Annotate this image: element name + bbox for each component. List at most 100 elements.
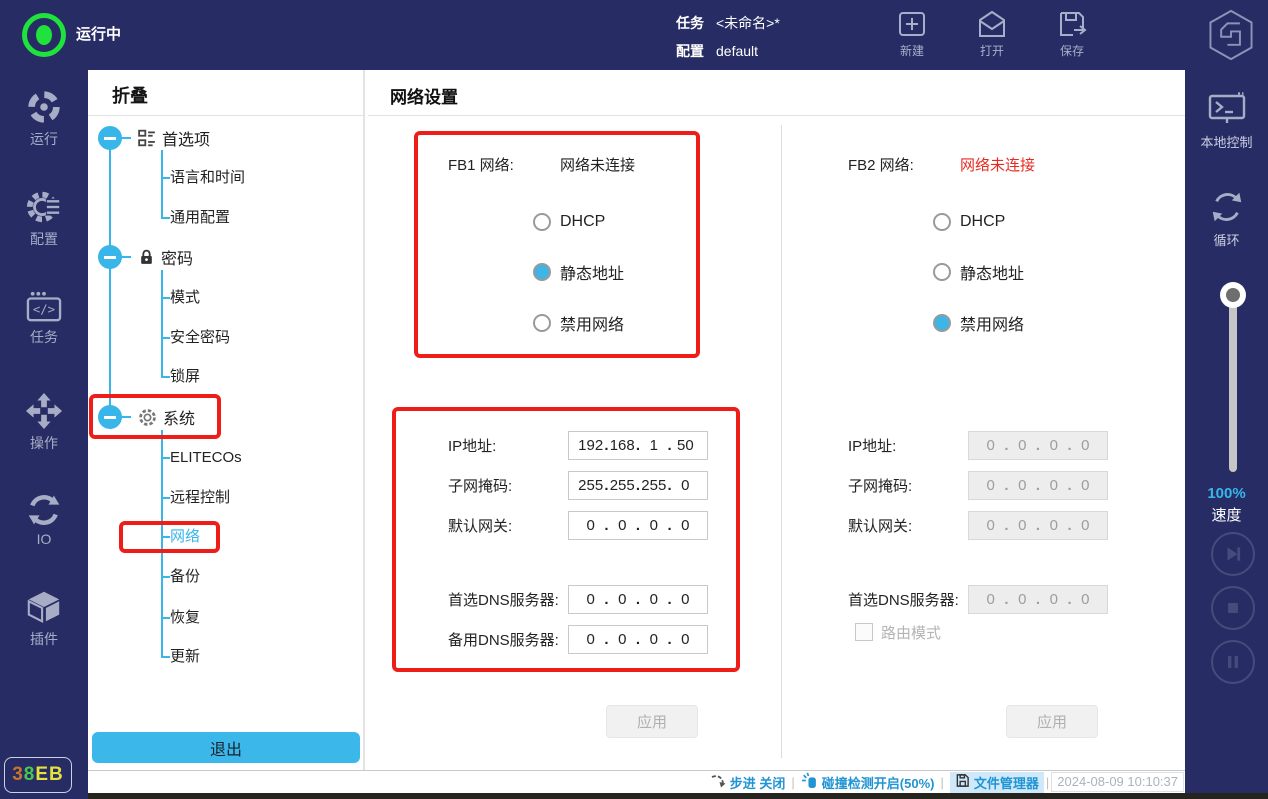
fb1-ip-input[interactable]: 192.168.1.50 bbox=[568, 431, 708, 460]
speed-slider-knob[interactable] bbox=[1220, 282, 1246, 308]
file-manager-button[interactable]: 文件管理器 bbox=[950, 772, 1044, 793]
fb1-gateway-input[interactable]: 0.0.0.0 bbox=[568, 511, 708, 540]
new-task-button[interactable]: 新建 bbox=[880, 8, 944, 59]
move-arrows-icon bbox=[0, 392, 88, 430]
fb2-radio-dhcp[interactable]: DHCP bbox=[933, 211, 1005, 233]
fb1-dns2-input[interactable]: 0.0.0.0 bbox=[568, 625, 708, 654]
fb1-mask-row: 子网掩码: 255.255.255.0 bbox=[448, 471, 788, 500]
tree-line bbox=[161, 297, 170, 299]
tree-item-safety-password[interactable]: 安全密码 bbox=[170, 327, 230, 349]
radio-checked-icon[interactable] bbox=[933, 314, 951, 332]
statusbar-separator: | bbox=[791, 775, 794, 790]
nav-item-task[interactable]: </> 任务 bbox=[0, 290, 88, 347]
collapse-minus-icon[interactable] bbox=[98, 245, 122, 269]
collapse-minus-icon[interactable] bbox=[98, 126, 122, 150]
tree-line bbox=[161, 430, 163, 657]
speed-value: 100% bbox=[1185, 485, 1268, 502]
left-nav: 运行 配置 </> 任务 操作 IO 插件 38EB bbox=[0, 70, 88, 799]
fb1-ip-row: IP地址: 192.168.1.50 bbox=[448, 431, 788, 460]
config-name: default bbox=[716, 43, 758, 59]
collision-detection-toggle[interactable]: 碰撞检测开启(50%) bbox=[801, 772, 935, 792]
loop-button[interactable]: 循环 bbox=[1185, 188, 1268, 249]
tree-node-password[interactable]: 密码 bbox=[98, 245, 193, 269]
nav-item-io[interactable]: IO bbox=[0, 492, 88, 547]
task-label: 任务 bbox=[676, 15, 704, 31]
fb2-apply-button[interactable]: 应用 bbox=[1006, 705, 1098, 738]
fb1-gateway-label: 默认网关: bbox=[448, 515, 568, 536]
local-control-button[interactable]: 本地控制 bbox=[1185, 92, 1268, 151]
nav-item-config[interactable]: 配置 bbox=[0, 188, 88, 249]
radio-icon[interactable] bbox=[533, 314, 551, 332]
tree-item-lock-screen[interactable]: 锁屏 bbox=[170, 366, 200, 388]
fb2-ip-row: IP地址: 0.0.0.0 bbox=[848, 431, 1188, 460]
route-mode-label: 路由模式 bbox=[881, 622, 941, 643]
radio-checked-icon[interactable] bbox=[533, 263, 551, 281]
tree-line bbox=[161, 656, 170, 658]
exit-button[interactable]: 退出 bbox=[92, 732, 360, 763]
file-manager-text: 文件管理器 bbox=[974, 773, 1039, 792]
fb1-radio-disable[interactable]: 禁用网络 bbox=[533, 312, 624, 334]
pause-button[interactable] bbox=[1211, 640, 1255, 684]
fb1-dhcp-label: DHCP bbox=[560, 213, 605, 231]
tree-item-general-config[interactable]: 通用配置 bbox=[170, 207, 230, 229]
tree-system-label: 系统 bbox=[163, 405, 195, 429]
fb2-radio-disable[interactable]: 禁用网络 bbox=[933, 312, 1024, 334]
fb2-name-label: FB2 网络: bbox=[848, 157, 914, 174]
fb2-dns1-input: 0.0.0.0 bbox=[968, 585, 1108, 614]
settings-tree-panel: 折叠 首选项 密码 bbox=[88, 70, 365, 770]
fb2-disable-label: 禁用网络 bbox=[960, 311, 1024, 335]
fb2-mask-label: 子网掩码: bbox=[848, 475, 968, 496]
tree-item-elitecos[interactable]: ELITECOs bbox=[170, 447, 242, 469]
nav-item-operate[interactable]: 操作 bbox=[0, 392, 88, 453]
robot-status-text: 运行中 bbox=[76, 0, 121, 70]
open-task-button[interactable]: 打开 bbox=[960, 8, 1024, 59]
fb1-dns2-row: 备用DNS服务器: 0.0.0.0 bbox=[448, 625, 788, 654]
tree-item-restore[interactable]: 恢复 bbox=[170, 607, 200, 629]
fb1-mask-label: 子网掩码: bbox=[448, 475, 568, 496]
tree-item-mode[interactable]: 模式 bbox=[170, 287, 200, 309]
fb1-disable-label: 禁用网络 bbox=[560, 311, 624, 335]
save-icon bbox=[1040, 8, 1104, 40]
speed-slider-track[interactable] bbox=[1229, 295, 1237, 472]
fb1-radio-dhcp[interactable]: DHCP bbox=[533, 211, 605, 233]
page-title: 网络设置 bbox=[390, 83, 458, 108]
app-window: 运行中 任务<未命名>* 配置default 新建 打开 保存 运行 bbox=[0, 0, 1268, 799]
fb2-header-row: FB2 网络: 网络未连接 bbox=[848, 155, 1148, 177]
stop-button[interactable] bbox=[1211, 586, 1255, 630]
fb1-status-text: 网络未连接 bbox=[560, 155, 635, 177]
radio-icon[interactable] bbox=[933, 213, 951, 231]
step-mode-toggle[interactable]: 步进 关闭 bbox=[710, 773, 786, 792]
tree-item-language-time[interactable]: 语言和时间 bbox=[170, 167, 245, 189]
safety-checksum-badge: 38EB bbox=[4, 757, 72, 793]
tree-item-network[interactable]: 网络 bbox=[170, 526, 200, 548]
fb2-dhcp-label: DHCP bbox=[960, 213, 1005, 231]
save-task-button[interactable]: 保存 bbox=[1040, 8, 1104, 59]
tree-item-remote-control[interactable]: 远程控制 bbox=[170, 487, 230, 509]
nav-item-run[interactable]: 运行 bbox=[0, 88, 88, 149]
config-label: 配置 bbox=[676, 43, 704, 59]
system-gear-icon bbox=[138, 408, 157, 427]
tree-item-backup[interactable]: 备份 bbox=[170, 566, 200, 588]
fb2-radio-static[interactable]: 静态地址 bbox=[933, 261, 1024, 283]
radio-icon[interactable] bbox=[933, 263, 951, 281]
tree-item-update[interactable]: 更新 bbox=[170, 646, 200, 668]
nav-run-label: 运行 bbox=[0, 129, 88, 149]
fb1-name-label: FB1 网络: bbox=[448, 157, 514, 174]
fb1-mask-input[interactable]: 255.255.255.0 bbox=[568, 471, 708, 500]
nav-item-plugin[interactable]: 插件 bbox=[0, 588, 88, 649]
status-bar: 步进 关闭 | 碰撞检测开启(50%) | 文件管理器 | 2024-08-09… bbox=[88, 770, 1185, 793]
step-run-button[interactable] bbox=[1211, 532, 1255, 576]
fb1-apply-button[interactable]: 应用 bbox=[606, 705, 698, 738]
collapse-header[interactable]: 折叠 bbox=[112, 82, 148, 108]
fb2-ip-label: IP地址: bbox=[848, 435, 968, 456]
fb2-gateway-input: 0.0.0.0 bbox=[968, 511, 1108, 540]
fb1-radio-static[interactable]: 静态地址 bbox=[533, 261, 624, 283]
disk-icon bbox=[955, 773, 970, 791]
collapse-minus-icon[interactable] bbox=[98, 405, 122, 429]
nav-operate-label: 操作 bbox=[0, 433, 88, 453]
tree-node-preferences[interactable]: 首选项 bbox=[98, 126, 210, 150]
radio-icon[interactable] bbox=[533, 213, 551, 231]
fb1-dns1-input[interactable]: 0.0.0.0 bbox=[568, 585, 708, 614]
new-file-icon bbox=[880, 8, 944, 40]
tree-node-system[interactable]: 系统 bbox=[98, 405, 195, 429]
